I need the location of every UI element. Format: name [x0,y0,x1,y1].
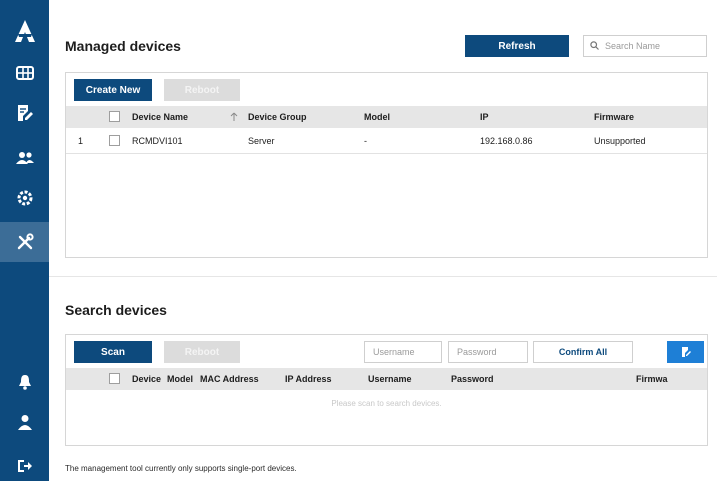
managed-devices-title: Managed devices [65,38,181,54]
section-divider [49,276,717,277]
col-device-name[interactable]: Device Name [132,106,188,128]
search-icon [590,40,599,52]
settings-icon[interactable] [0,181,49,215]
users-icon[interactable] [0,141,49,175]
tools-icon[interactable] [0,222,49,262]
search-name-placeholder: Search Name [605,41,661,51]
search-name-input[interactable]: Search Name [583,35,707,57]
managed-devices-panel: Create New Reboot Device Name Device Gro… [65,72,708,258]
username-input[interactable]: Username [364,341,442,363]
logo-icon[interactable] [0,16,49,46]
search-select-all-checkbox[interactable] [109,373,120,384]
reboot-button[interactable]: Reboot [164,79,240,101]
scan-button[interactable]: Scan [74,341,152,363]
create-new-button[interactable]: Create New [74,79,152,101]
user-icon[interactable] [0,405,49,439]
footer-note: The management tool currently only suppo… [65,464,297,473]
col-firmware[interactable]: Firmware [594,106,634,128]
row-device-name: RCMDVI101 [132,136,183,146]
row-checkbox[interactable] [109,135,120,146]
edit-document-icon [681,347,691,357]
search-devices-title: Search devices [65,302,167,318]
select-all-checkbox[interactable] [109,111,120,122]
refresh-button[interactable]: Refresh [465,35,569,57]
row-firmware: Unsupported [594,136,646,146]
row-device-group: Server [248,136,275,146]
col-device[interactable]: Device [132,368,161,390]
table-row[interactable]: 1 RCMDVI101 Server - 192.168.0.86 Unsupp… [66,128,707,154]
search-table-header: Device Model MAC Address IP Address User… [66,368,707,390]
col-search-model[interactable]: Model [167,368,193,390]
col-password[interactable]: Password [451,368,494,390]
notification-bell-icon[interactable] [0,365,49,399]
col-ip-address[interactable]: IP Address [285,368,332,390]
app: Managed devices Refresh Search Name Crea… [0,0,717,481]
col-device-group[interactable]: Device Group [248,106,307,128]
logout-icon[interactable] [0,449,49,481]
confirm-all-button[interactable]: Confirm All [533,341,633,363]
sort-arrow-icon[interactable] [230,106,238,128]
password-input[interactable]: Password [448,341,528,363]
col-mac-address[interactable]: MAC Address [200,368,259,390]
row-index: 1 [78,136,84,146]
main-content: Managed devices Refresh Search Name Crea… [49,0,717,481]
col-ip[interactable]: IP [480,106,489,128]
col-username[interactable]: Username [368,368,412,390]
row-model: - [364,136,367,146]
managed-table-header: Device Name Device Group Model IP Firmwa… [66,106,707,128]
row-ip: 192.168.0.86 [480,136,533,146]
search-devices-panel: Scan Reboot Username Password Confirm Al… [65,334,708,446]
col-firmware-truncated[interactable]: Firmwa [636,368,707,390]
dashboard-icon[interactable] [0,56,49,90]
edit-document-icon[interactable] [0,96,49,130]
search-reboot-button[interactable]: Reboot [164,341,240,363]
empty-state-text: Please scan to search devices. [331,399,442,408]
sidebar [0,0,49,481]
edit-icon-button[interactable] [667,341,704,363]
col-model[interactable]: Model [364,106,390,128]
